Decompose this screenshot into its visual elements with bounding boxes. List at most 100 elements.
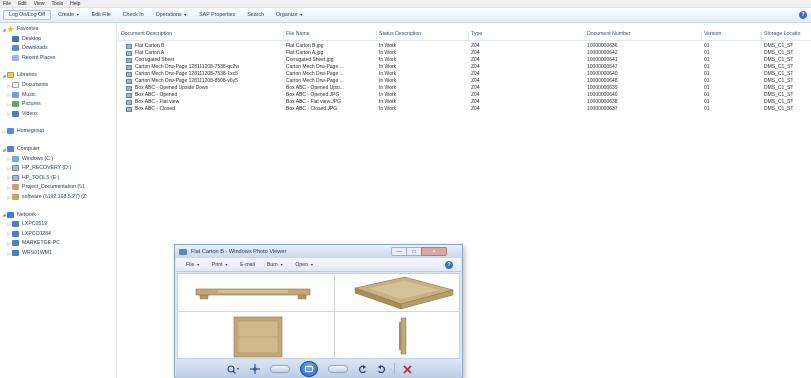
rotate-clockwise-button[interactable]: [377, 364, 386, 374]
table-cell: DMS_C1_ST: [764, 78, 794, 84]
toolbar-sap-properties-button[interactable]: SAP Properties: [194, 11, 240, 19]
help-icon[interactable]: ?: [799, 11, 807, 19]
viewer-menu-open[interactable]: Open ▼: [295, 262, 313, 268]
nav-item-desktop[interactable]: Desktop: [6, 35, 41, 43]
nav-item-label: Documents: [22, 82, 49, 88]
nav-item-libraries[interactable]: ◢ Libraries: [1, 71, 37, 79]
table-cell: Z04: [471, 43, 480, 49]
toolbar-check-in-button[interactable]: Check In: [118, 11, 149, 19]
nav-item-hp-recovery-d[interactable]: ▷ HP_RECOVERY (D:): [6, 164, 71, 172]
nav-item-marketge-pc[interactable]: ▷ MARKETGE-PC: [6, 239, 60, 247]
viewer-help-icon[interactable]: ?: [445, 261, 453, 269]
close-button[interactable]: ✕: [421, 247, 447, 256]
nav-item-downloads[interactable]: Downloads: [6, 44, 48, 52]
table-row[interactable]: Box ABC - Opened Box ABC - Opened.JPG In W…: [118, 92, 811, 99]
column-header-document-description[interactable]: Document Description: [118, 31, 172, 39]
document-icon: [126, 58, 132, 63]
nav-item-project-documentation-1[interactable]: ▷ Project_Documentation (\\1: [6, 183, 85, 191]
nav-item-windows-c[interactable]: ▷ Windows (C:): [6, 155, 53, 163]
table-row[interactable]: Box ABC - Flat view Box ABC - Flat view.J…: [118, 99, 811, 106]
delete-button[interactable]: [402, 364, 412, 374]
previous-button[interactable]: [269, 365, 290, 373]
column-header-status-description[interactable]: Status Description: [376, 31, 421, 39]
viewer-menu-label: File: [186, 261, 195, 268]
nav-item-documents[interactable]: ▷ Documents: [6, 81, 48, 89]
nav-item-recent-places[interactable]: Recent Places: [6, 54, 55, 62]
nav-item-homegroup[interactable]: ▷ Homegroup: [1, 127, 44, 135]
column-header-storage-locatio[interactable]: Storage Locatio: [761, 31, 800, 39]
actual-size-button[interactable]: [249, 364, 260, 374]
table-cell: 10000000640: [587, 71, 618, 77]
table-cell: 01: [704, 57, 710, 63]
table-row[interactable]: Carton Mech Drw-Page 128111208-7538-qc2w…: [118, 64, 811, 71]
viewer-menu-e-mail[interactable]: E-mail: [240, 262, 255, 268]
nav-item-hp-tools-e[interactable]: ▷ HP_TOOLS (E:): [6, 174, 59, 182]
column-header-type[interactable]: Type: [468, 31, 482, 39]
table-cell: Carton Mech Drw-Page 128111208-7538-qc2w: [126, 64, 239, 71]
cell-text: Carton Mech Drw-Page 128111208-7538-1xc5: [135, 71, 238, 77]
menu-help[interactable]: Help: [70, 1, 80, 7]
nav-item-label: Pictures: [22, 101, 41, 108]
table-cell: 10000000641: [587, 57, 618, 63]
nav-item-network[interactable]: ◢ Network: [1, 211, 36, 219]
viewer-title-bar[interactable]: Flat Carton B - Windows Photo Viewer — □…: [175, 245, 462, 258]
rotate-counterclockwise-button[interactable]: [358, 364, 367, 374]
nav-item-music[interactable]: ▷ Music: [6, 91, 36, 99]
next-button[interactable]: [327, 365, 348, 373]
viewer-title: Flat Carton B - Windows Photo Viewer: [191, 248, 287, 255]
maximize-button[interactable]: □: [406, 247, 422, 256]
comp-icon: [7, 146, 14, 152]
menu-tools[interactable]: Tools: [51, 1, 63, 7]
table-cell: Z04: [471, 50, 480, 56]
cell-text: Flat Carton A: [135, 50, 165, 56]
toolbar-operations-button[interactable]: Operations ▼: [151, 11, 192, 19]
table-cell: Carton Mech Drw-Page 128111208-7538-1xc5: [126, 71, 238, 78]
viewer-menu-file[interactable]: File ▼: [186, 262, 200, 268]
document-icon: [126, 100, 132, 105]
table-row[interactable]: Box ABC - Closed Box ABC - Closed.JPG In W…: [118, 106, 811, 113]
slideshow-button[interactable]: [299, 361, 318, 377]
menu-view[interactable]: View: [34, 1, 45, 7]
cell-text: Box ABC - Closed: [135, 106, 176, 112]
toolbar-edit-file-button[interactable]: Edit File: [87, 11, 116, 19]
down-icon: [12, 45, 19, 52]
nav-item-lxpc0519[interactable]: ▷ LXPC0519: [6, 220, 47, 228]
column-header-document-number[interactable]: Document Number: [584, 31, 631, 39]
toolbar-log-on-log-off-button[interactable]: Log On/Log Off: [3, 10, 52, 20]
nav-item-favorites[interactable]: ◢ Favorites: [1, 25, 38, 33]
expander-icon[interactable]: ◢: [1, 27, 7, 32]
table-row[interactable]: Carton Mech Drw-Page 128111208-8508-v6y5…: [118, 78, 811, 85]
table-row[interactable]: Flat Carton A Flat Carton A.jpg In Work Z04…: [118, 50, 811, 57]
zoom-button[interactable]: [226, 364, 240, 374]
toolbar-search-button[interactable]: Search: [242, 11, 269, 19]
table-row[interactable]: Flat Carton B Flat Carton B.jpg In Work Z04…: [118, 43, 811, 50]
toolbar-create-button[interactable]: Create ▼: [53, 11, 84, 19]
table-row[interactable]: Corrugated Sheet Corrugated Sheet.jpg In W…: [118, 57, 811, 64]
menu-file[interactable]: File: [3, 1, 11, 7]
column-header-file-name[interactable]: File Name: [283, 31, 310, 39]
menu-edit[interactable]: Edit: [18, 1, 27, 7]
table-cell: 10000000642: [587, 50, 618, 56]
nav-item-lxpcc0284[interactable]: ▷ LXPCC0284: [6, 230, 51, 238]
quadrant-divider-vertical: [334, 274, 335, 358]
viewer-menu-print[interactable]: Print ▼: [212, 262, 228, 268]
table-cell: Z04: [471, 78, 480, 84]
column-header-version[interactable]: Version: [701, 31, 721, 39]
table-cell: Box ABC - Flat view: [126, 99, 179, 106]
table-row[interactable]: Carton Mech Drw-Page 128111208-7538-1xc5…: [118, 71, 811, 78]
minimize-button[interactable]: —: [391, 247, 407, 256]
nav-item-pictures[interactable]: ▷ Pictures: [6, 100, 41, 108]
viewer-menu-burn[interactable]: Burn ▼: [267, 262, 284, 268]
toolbar-button-label: Log On/Log Off: [9, 12, 46, 18]
nav-item-software-192-168-5-27-z[interactable]: ▷ software (\\192.168.5.27) (Z:: [6, 193, 87, 201]
nav-item-wrs01wm1[interactable]: ▷ WRS01WM1: [6, 249, 52, 257]
toolbar-organize-button[interactable]: Organize ▼: [271, 11, 308, 19]
nav-item-label: Downloads: [22, 45, 48, 52]
viewer-menu-label: E-mail: [240, 261, 255, 268]
quadrant-divider-horizontal: [178, 311, 459, 312]
nav-item-label: Windows (C:): [22, 155, 54, 162]
header-divider: [118, 40, 811, 41]
nav-item-computer[interactable]: ◢ Computer: [1, 145, 40, 153]
table-row[interactable]: Box ABC - Opened Upside Down Box ABC - Op…: [118, 85, 811, 92]
nav-item-videos[interactable]: ▷ Videos: [6, 110, 38, 118]
